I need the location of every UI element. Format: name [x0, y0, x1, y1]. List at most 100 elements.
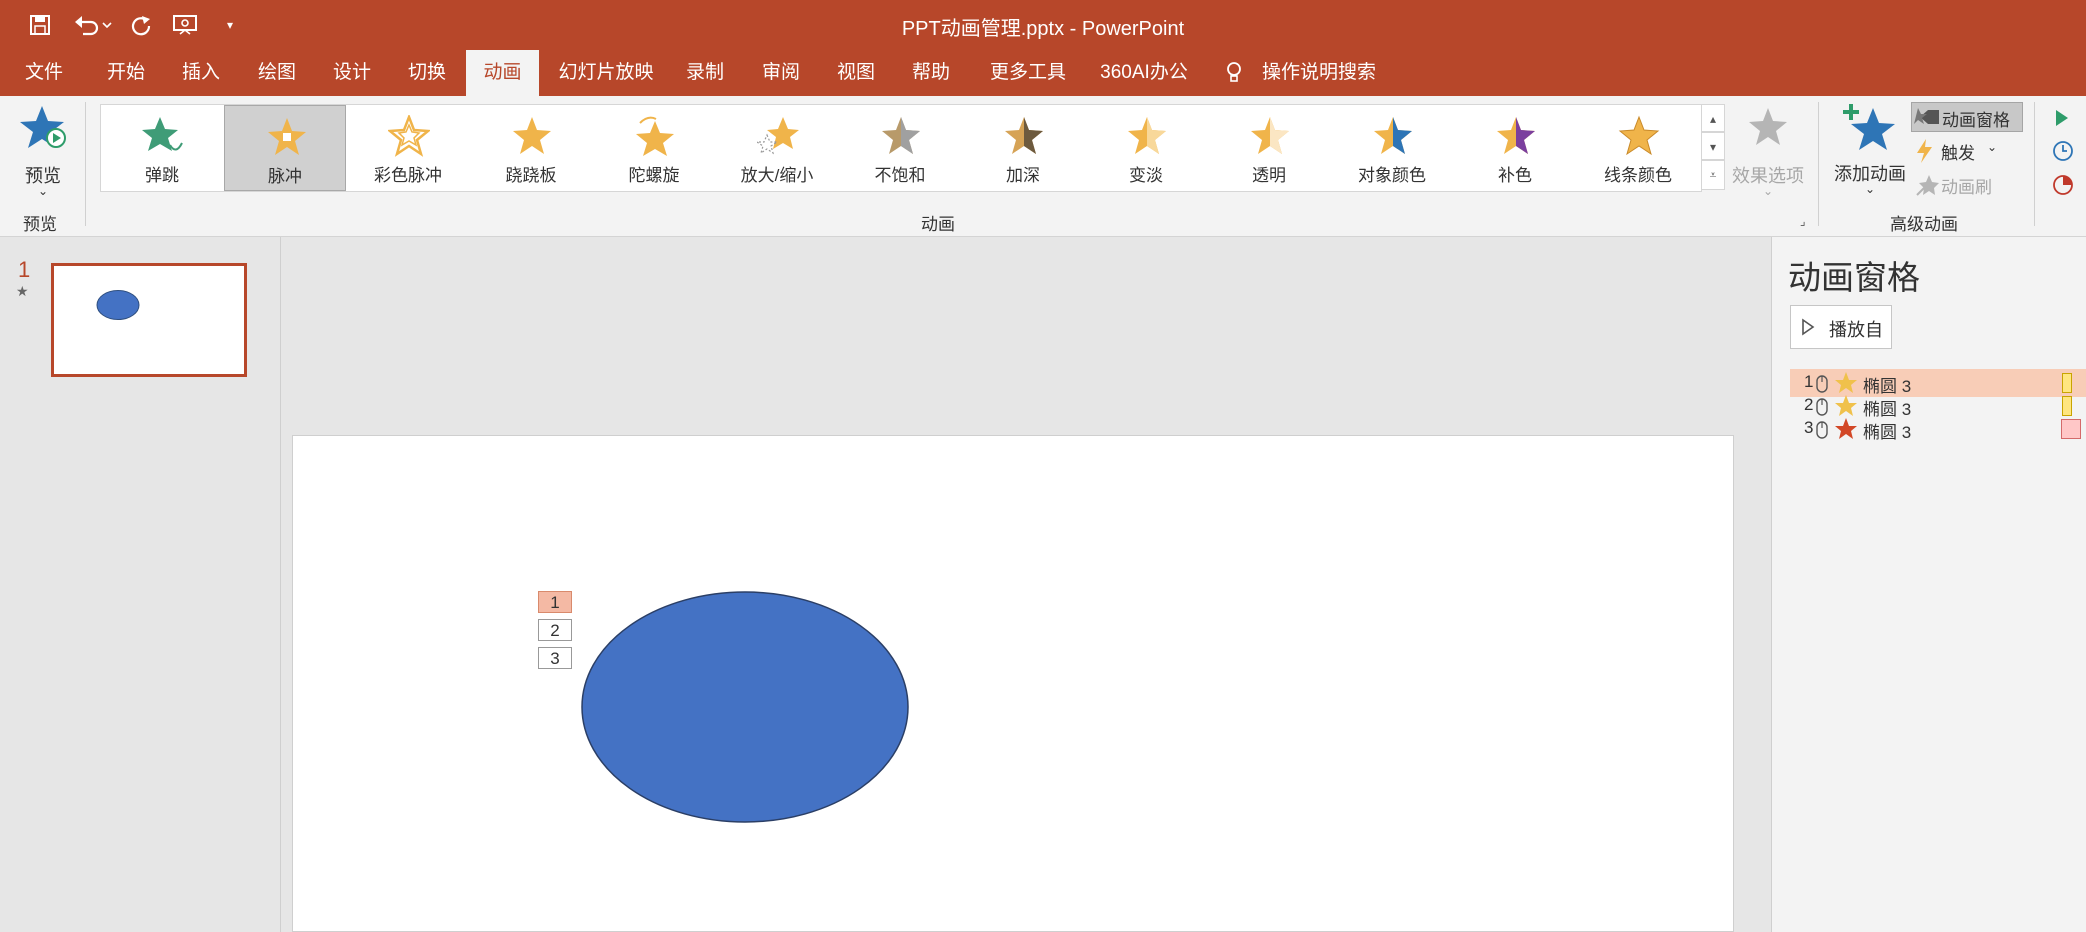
ribbon-tabs: 文件 开始 插入 绘图 设计 切换 动画 幻灯片放映 录制 审阅 视图 帮助 更…: [0, 50, 2086, 96]
animation-painter-button[interactable]: 动画刷: [1911, 170, 2023, 200]
tab-design[interactable]: 设计: [322, 50, 382, 96]
dialog-launcher-icon[interactable]: ⌟: [1800, 214, 1814, 228]
item-order: 3: [1804, 418, 1814, 437]
gallery-item-pulse[interactable]: 脉冲: [224, 105, 346, 191]
preview-button[interactable]: 预览 ⌄: [16, 104, 70, 202]
animation-order-tag[interactable]: 1: [538, 591, 572, 613]
animation-pane-title: 动画窗格: [1788, 259, 1920, 296]
tab-animations[interactable]: 动画: [466, 50, 539, 96]
line-color-star-icon: [1618, 115, 1660, 156]
gallery-label: 脉冲: [268, 167, 302, 186]
gallery-item-bounce[interactable]: 弹跳: [101, 105, 223, 191]
gallery-label: 补色: [1498, 166, 1532, 185]
gallery-scroll-up-button[interactable]: ▴: [1701, 104, 1725, 132]
play-from-button[interactable]: 播放自: [1790, 305, 1892, 349]
tab-slideshow[interactable]: 幻灯片放映: [551, 50, 661, 96]
play-from-label: 播放自: [1829, 320, 1883, 340]
desaturate-star-icon: [882, 117, 920, 154]
timeline-bar[interactable]: [2061, 419, 2081, 439]
tab-transitions[interactable]: 切换: [397, 50, 457, 96]
chevron-down-icon: ⌄: [1987, 140, 1998, 154]
mouse-click-icon: [1816, 421, 1828, 439]
gallery-item-line-color[interactable]: 线条颜色: [1577, 105, 1699, 191]
item-name: 椭圆 3: [1863, 423, 1912, 442]
gallery-item-spin[interactable]: 陀螺旋: [593, 105, 715, 191]
chevron-down-icon: ⌄: [37, 184, 49, 198]
gallery-item-desaturate[interactable]: 不饱和: [839, 105, 961, 191]
gallery-item-complementary-color[interactable]: 补色: [1454, 105, 1576, 191]
gallery-item-color-pulse[interactable]: 彩色脉冲: [347, 105, 469, 191]
thumbnail-ellipse-icon: [96, 290, 140, 320]
chevron-down-icon: ⌄: [1762, 184, 1774, 198]
animation-order-tag[interactable]: 3: [538, 647, 572, 669]
darken-star-icon: [1005, 117, 1043, 154]
duration-clock-icon[interactable]: [2052, 140, 2074, 162]
chevron-down-icon: ⌄: [1864, 182, 1876, 196]
ribbon: 预览 ⌄ 预览 弹跳 脉冲 彩色脉冲 跷跷板 陀螺旋 放大/缩小 不饱和 加深 …: [0, 96, 2086, 237]
group-divider: [2034, 102, 2035, 226]
tab-record[interactable]: 录制: [675, 50, 735, 96]
tell-me-search[interactable]: 操作说明搜索: [1262, 50, 1412, 96]
gallery-label: 线条颜色: [1604, 166, 1672, 185]
slide-thumbnail[interactable]: [51, 263, 247, 377]
tab-more-tools[interactable]: 更多工具: [982, 50, 1074, 96]
object-color-star-icon: [1374, 117, 1412, 154]
lighten-star-icon: [1128, 117, 1166, 154]
add-animation-button[interactable]: 添加动画 ⌄: [1830, 102, 1910, 202]
gallery-label: 对象颜色: [1358, 166, 1426, 185]
tab-360ai[interactable]: 360AI办公: [1094, 50, 1194, 96]
color-pulse-star-icon: [388, 115, 430, 157]
mouse-click-icon: [1816, 398, 1828, 416]
slide-animation-star-icon: ★: [16, 283, 29, 299]
gallery-item-darken[interactable]: 加深: [962, 105, 1084, 191]
animations-group-label: 动画: [921, 215, 955, 234]
slide-canvas[interactable]: 1 2 3: [292, 435, 1734, 932]
item-order: 2: [1804, 395, 1814, 414]
gallery-label: 跷跷板: [505, 166, 557, 185]
gallery-item-grow-shrink[interactable]: 放大/缩小: [716, 105, 838, 191]
trigger-button[interactable]: 触发 ⌄: [1911, 136, 2023, 166]
tab-draw[interactable]: 绘图: [247, 50, 307, 96]
start-play-icon[interactable]: [2054, 108, 2070, 128]
gallery-item-object-color[interactable]: 对象颜色: [1331, 105, 1453, 191]
animation-list-item[interactable]: 3 椭圆 3: [1790, 415, 2086, 443]
tab-insert[interactable]: 插入: [171, 50, 231, 96]
item-order: 1: [1804, 372, 1814, 391]
timeline-bar[interactable]: [2062, 396, 2072, 416]
delay-clock-icon[interactable]: [2052, 174, 2074, 196]
animation-pane: 动画窗格 播放自 1 椭圆 3 2 椭圆 3 3 椭圆 3: [1771, 237, 2086, 932]
tab-help[interactable]: 帮助: [901, 50, 961, 96]
animation-order-tag[interactable]: 2: [538, 619, 572, 641]
timeline-bar[interactable]: [2062, 373, 2072, 393]
preview-star-icon: [20, 106, 66, 148]
animation-painter-icon: [1916, 175, 1939, 196]
gallery-scroll-down-button[interactable]: ▾: [1701, 132, 1725, 160]
gallery-more-button[interactable]: ⩡: [1701, 160, 1725, 190]
gallery-label: 不饱和: [874, 166, 926, 185]
title-bar: ▾ PPT动画管理.pptx - PowerPoint: [0, 0, 2086, 50]
lightning-icon: [1917, 139, 1932, 163]
gallery-item-lighten[interactable]: 变淡: [1085, 105, 1207, 191]
gallery-item-teeter[interactable]: 跷跷板: [470, 105, 592, 191]
animation-pane-button[interactable]: 动画窗格: [1911, 102, 2023, 132]
tab-review[interactable]: 审阅: [751, 50, 811, 96]
advanced-animation-group-label: 高级动画: [1890, 215, 1958, 234]
tab-file[interactable]: 文件: [14, 50, 74, 96]
animation-gallery: 弹跳 脉冲 彩色脉冲 跷跷板 陀螺旋 放大/缩小 不饱和 加深 变淡 透明 对象…: [100, 104, 1702, 192]
tab-view[interactable]: 视图: [826, 50, 886, 96]
animation-pane-label: 动画窗格: [1942, 111, 2010, 130]
play-icon: [1802, 318, 1815, 336]
effect-options-button[interactable]: 效果选项 ⌄: [1726, 104, 1810, 202]
bounce-star-icon: [142, 117, 183, 151]
gallery-label: 透明: [1252, 166, 1286, 185]
gallery-item-transparency[interactable]: 透明: [1208, 105, 1330, 191]
tab-home[interactable]: 开始: [96, 50, 156, 96]
pulse-star-icon: [268, 118, 306, 155]
lightbulb-icon: [1226, 50, 1242, 96]
group-divider: [85, 102, 86, 226]
window-title: PPT动画管理.pptx - PowerPoint: [901, 18, 1185, 40]
oval-shape[interactable]: [579, 589, 911, 825]
spin-star-icon: [636, 116, 674, 156]
gallery-label: 彩色脉冲: [374, 166, 442, 185]
transparency-star-icon: [1251, 117, 1289, 154]
